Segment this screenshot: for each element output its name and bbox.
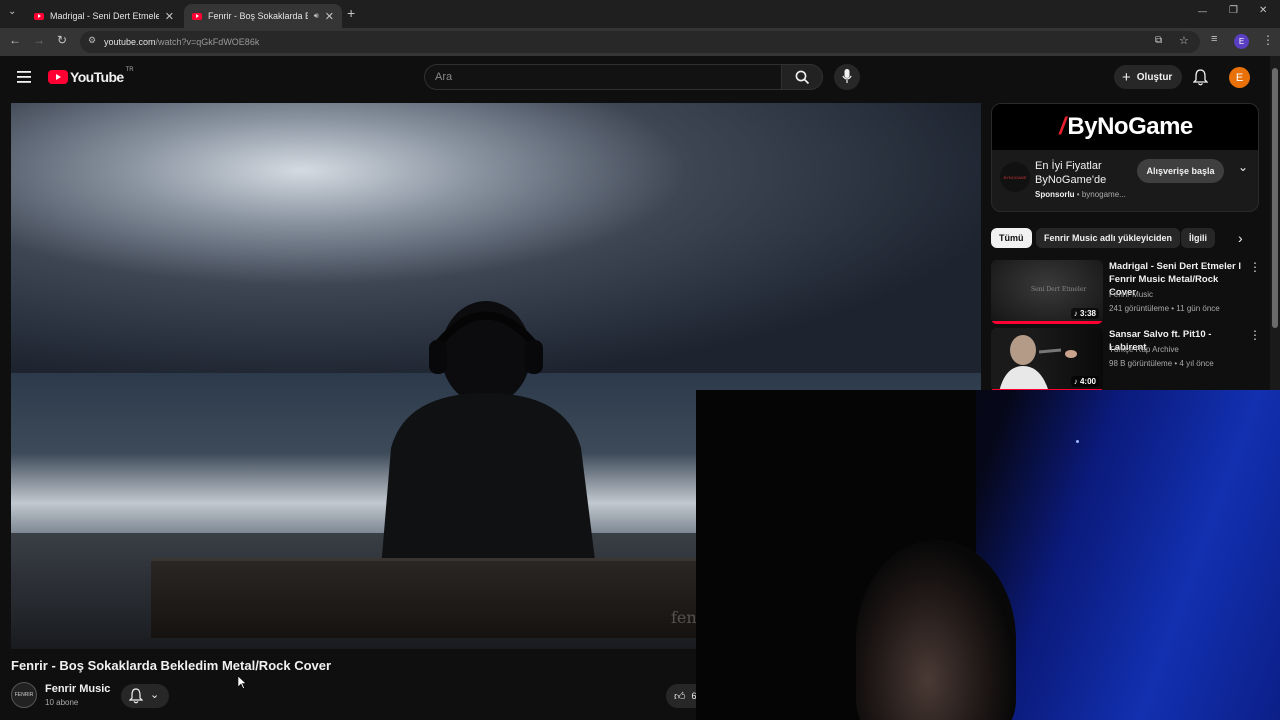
hamburger-menu-icon[interactable]: [17, 71, 31, 83]
ad-expand-chevron-icon[interactable]: ⌄: [1238, 160, 1248, 174]
sponsored-label: Sponsorlu: [1035, 190, 1075, 199]
video-thumbnail[interactable]: Seni Dert Etmeler ♪ 3:38: [991, 260, 1103, 324]
tab-fenrir[interactable]: Fenrir - Boş Sokaklarda Bek 🔊︎ ✕: [184, 4, 342, 28]
duration-text: 4:00: [1079, 377, 1096, 386]
channel-avatar[interactable]: FENRIR: [11, 682, 37, 708]
watch-progress-bar: [991, 321, 1103, 324]
speaker-icon[interactable]: 🔊︎: [314, 11, 319, 21]
recommendation-item[interactable]: ♪ 4:00 Sansar Salvo ft. Pit10 - Labirent…: [991, 328, 1261, 392]
search-input[interactable]: Ara: [424, 64, 782, 90]
youtube-favicon-icon: [34, 12, 44, 20]
youtube-header: YouTube TR Ara + Oluştur E: [0, 56, 1270, 100]
duration-text: 3:38: [1079, 309, 1096, 318]
account-avatar[interactable]: E: [1229, 67, 1250, 88]
channel-name[interactable]: Fenrir Music: [45, 683, 110, 695]
ad-headline-line2: ByNoGame'de: [1035, 174, 1107, 186]
mouse-cursor-icon: [238, 676, 247, 689]
ad-brand: ByNoGame: [1067, 113, 1193, 140]
ad-meta: Sponsorlu • bynogame...: [1035, 190, 1126, 199]
video-duration: ♪ 4:00: [1070, 376, 1099, 387]
more-options-icon[interactable]: ⋮: [1249, 328, 1261, 342]
recommendation-meta: 98 B görüntüleme • 4 yıl önce: [1109, 359, 1214, 368]
browser-toolbar: ← → ↻ ⚙ youtube.com/watch?v=qGkFdWOE86k …: [0, 28, 1280, 56]
video-title: Fenrir - Boş Sokaklarda Bekledim Metal/R…: [11, 658, 332, 673]
url-path: /watch?v=qGkFdWOE86k: [155, 37, 260, 47]
video-frame-person: [381, 301, 596, 568]
webcam-light-spot: [1076, 440, 1079, 443]
sponsored-ad-card[interactable]: / ByNoGame BYNOGAME En İyi Fiyatlar ByNo…: [991, 103, 1259, 212]
video-duration: ♪ 3:38: [1070, 308, 1099, 319]
chip-related[interactable]: İlgili: [1181, 228, 1215, 248]
chevron-down-icon: ⌄: [150, 689, 160, 701]
search-icon: [795, 70, 810, 85]
video-thumbnail[interactable]: ♪ 4:00: [991, 328, 1103, 392]
subscriber-count: 10 abone: [45, 698, 79, 707]
reload-icon[interactable]: ↻: [57, 33, 67, 47]
create-button[interactable]: + Oluştur: [1114, 65, 1182, 89]
youtube-wordmark: YouTube: [70, 69, 124, 85]
chips-next-chevron-icon[interactable]: ›: [1238, 230, 1243, 246]
chip-from-uploader[interactable]: Fenrir Music adlı yükleyiciden: [1036, 228, 1181, 248]
more-options-icon[interactable]: ⋮: [1249, 260, 1261, 274]
ad-logo: BYNOGAME: [1000, 162, 1030, 192]
url-domain: youtube.com: [104, 37, 156, 47]
back-arrow-icon[interactable]: ←: [9, 33, 21, 47]
browser-tab-bar: ⌄ Madrigal - Seni Dert Etmeler l F ✕ Fen…: [0, 0, 1280, 28]
ad-brand-mark-icon: /: [1059, 113, 1066, 140]
youtube-favicon-icon: [192, 12, 202, 20]
tab-search-chevron-icon[interactable]: ⌄: [8, 6, 16, 17]
site-info-icon[interactable]: ⚙: [88, 35, 96, 46]
thumbnail-text: Seni Dert Etmeler: [1031, 286, 1087, 293]
ad-domain: bynogame...: [1081, 190, 1126, 199]
address-bar[interactable]: ⚙ youtube.com/watch?v=qGkFdWOE86k ⧉ ☆: [80, 31, 1200, 53]
bookmark-star-icon[interactable]: ☆: [1179, 34, 1189, 47]
youtube-logo[interactable]: YouTube TR: [48, 67, 134, 85]
tab-title: Madrigal - Seni Dert Etmeler l F: [50, 11, 159, 21]
browser-menu-icon[interactable]: ⋮: [1262, 33, 1274, 47]
close-window-button[interactable]: ✕: [1259, 5, 1267, 16]
profile-avatar[interactable]: E: [1234, 34, 1249, 49]
country-code: TR: [125, 67, 134, 73]
thumbs-up-icon: 👍︎: [674, 690, 686, 703]
search-button[interactable]: [781, 64, 823, 90]
tab-title: Fenrir - Boş Sokaklarda Bek: [208, 11, 308, 21]
restore-button[interactable]: ❐: [1229, 5, 1238, 16]
chip-all[interactable]: Tümü: [991, 228, 1032, 248]
media-controls-icon[interactable]: ≡: [1211, 33, 1217, 45]
voice-search-button[interactable]: [834, 64, 860, 90]
notifications-bell-icon[interactable]: [1193, 69, 1208, 86]
recommendation-meta: 241 görüntüleme • 11 gün önce: [1109, 304, 1220, 313]
webcam-person: [856, 540, 1016, 720]
tab-madrigal[interactable]: Madrigal - Seni Dert Etmeler l F ✕: [26, 4, 182, 28]
new-tab-button[interactable]: +: [347, 5, 355, 21]
shop-now-button[interactable]: Alışverişe başla: [1137, 159, 1224, 183]
ad-banner[interactable]: / ByNoGame: [992, 104, 1258, 150]
microphone-icon: [842, 69, 852, 83]
recommendation-channel[interactable]: Türkçe Rap Archive: [1109, 345, 1179, 354]
create-label: Oluştur: [1136, 71, 1173, 83]
webcam-overlay: [696, 390, 1280, 720]
plus-icon: +: [1122, 68, 1131, 86]
recommendation-channel[interactable]: Fenrir Music: [1109, 290, 1153, 299]
subscription-bell-button[interactable]: ⌄: [121, 684, 169, 708]
recommendation-item[interactable]: Seni Dert Etmeler ♪ 3:38 Madrigal - Seni…: [991, 260, 1261, 324]
scrollbar-thumb[interactable]: [1272, 68, 1278, 328]
tab-close-icon[interactable]: ✕: [165, 10, 174, 23]
youtube-play-logo-icon: [48, 70, 68, 84]
forward-arrow-icon[interactable]: →: [33, 33, 45, 47]
minimize-button[interactable]: —: [1198, 6, 1207, 16]
tab-close-icon[interactable]: ✕: [325, 10, 334, 23]
ad-headline-line1: En İyi Fiyatlar: [1035, 160, 1102, 172]
install-app-icon[interactable]: ⧉: [1155, 35, 1162, 46]
bell-icon: [129, 688, 143, 704]
